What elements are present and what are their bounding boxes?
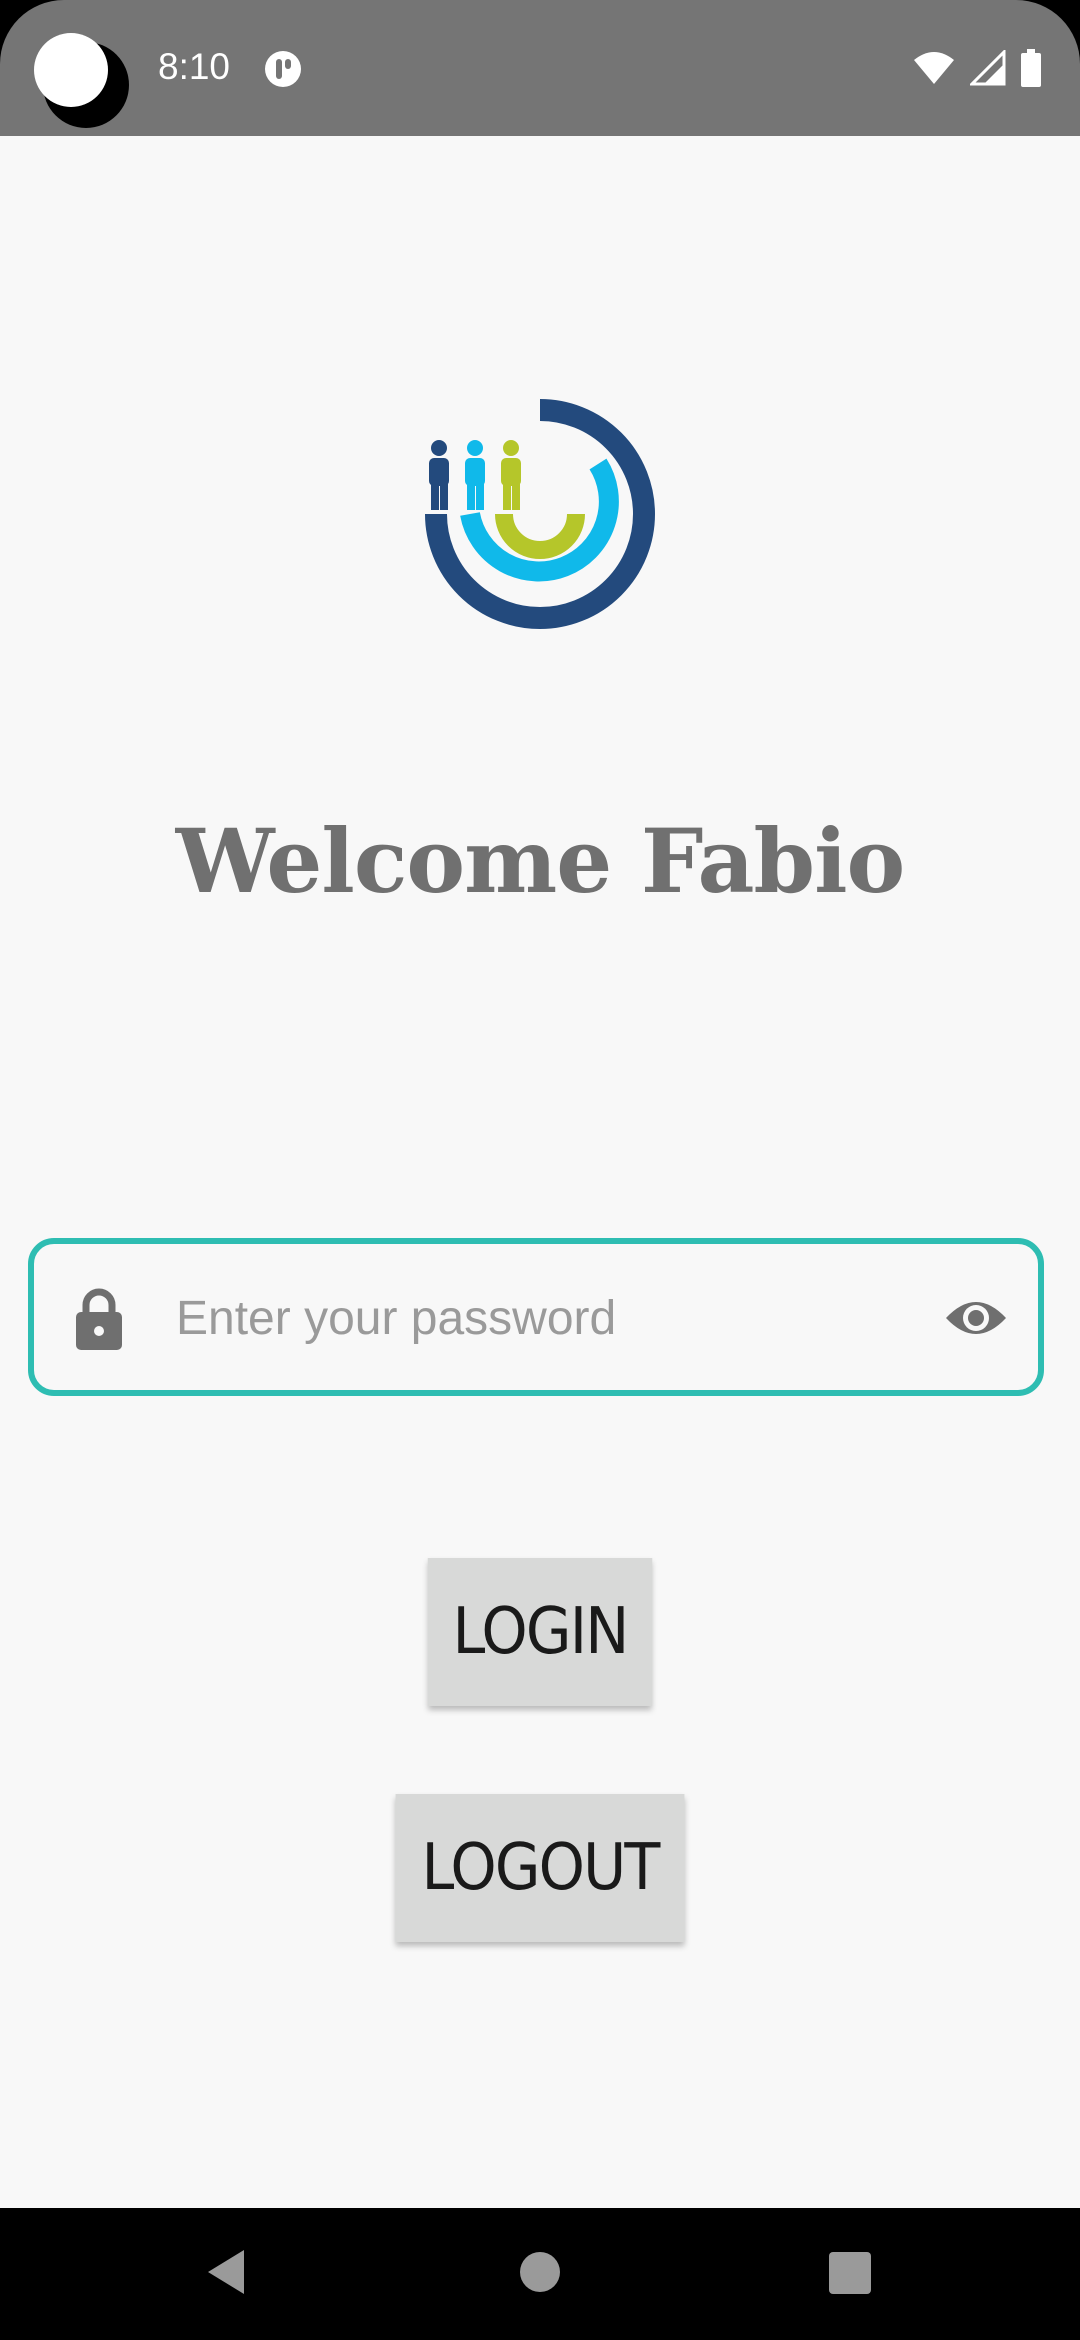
logout-button[interactable]: LOGOUT xyxy=(395,1794,685,1942)
app-logo xyxy=(425,399,655,629)
recents-icon[interactable] xyxy=(829,2252,871,2294)
battery-icon xyxy=(1021,49,1041,87)
status-bar: 8:10 xyxy=(0,0,1080,136)
app-notification-icon xyxy=(265,51,301,87)
status-time: 8:10 xyxy=(158,46,231,87)
lock-icon xyxy=(76,1288,122,1350)
login-button[interactable]: LOGIN xyxy=(427,1558,653,1706)
eye-icon[interactable] xyxy=(944,1294,1008,1342)
status-icons xyxy=(912,49,1042,87)
camera-cutout xyxy=(34,33,129,128)
login-screen: Welcome Fabio LOGIN LOGOUT xyxy=(0,136,1080,2208)
back-icon[interactable] xyxy=(204,2248,248,2296)
welcome-title: Welcome Fabio xyxy=(175,809,905,913)
cellular-signal-icon xyxy=(970,50,1006,86)
home-icon[interactable] xyxy=(520,2252,560,2292)
password-input[interactable] xyxy=(176,1278,936,1358)
password-field[interactable] xyxy=(28,1238,1044,1396)
navigation-bar xyxy=(0,2208,1080,2340)
app-screen: 8:10 Welcome Fabio LOGIN LOGOUT xyxy=(0,0,1080,2340)
wifi-icon xyxy=(914,52,954,84)
